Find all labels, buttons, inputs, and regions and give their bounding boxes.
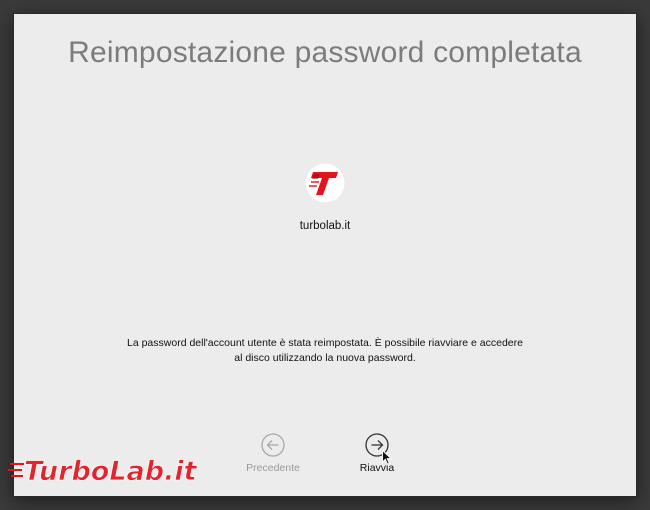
restart-button[interactable]: Riavvia: [332, 433, 422, 479]
back-button[interactable]: Precedente: [228, 433, 318, 479]
turbolab-logo-icon: [305, 163, 345, 203]
back-button-label: Precedente: [246, 462, 300, 474]
password-reset-window: Reimpostazione password completata turbo…: [14, 14, 636, 496]
watermark-text: TurboLab.it: [24, 456, 198, 487]
restart-button-label: Riavvia: [359, 462, 395, 474]
reset-message: La password dell'account utente è stata …: [74, 336, 576, 366]
page-title: Reimpostazione password completata: [68, 36, 582, 69]
watermark-speed-lines: [8, 463, 24, 477]
reset-message-line-2: al disco utilizzando la nuova password.: [234, 352, 416, 364]
mouse-cursor-icon: [382, 450, 392, 465]
turbolab-watermark: TurboLab.it: [8, 456, 198, 487]
arrow-left-circle-icon: [261, 433, 285, 457]
reset-message-line-1: La password dell'account utente è stata …: [127, 337, 523, 349]
account-name: turbolab.it: [299, 220, 351, 232]
